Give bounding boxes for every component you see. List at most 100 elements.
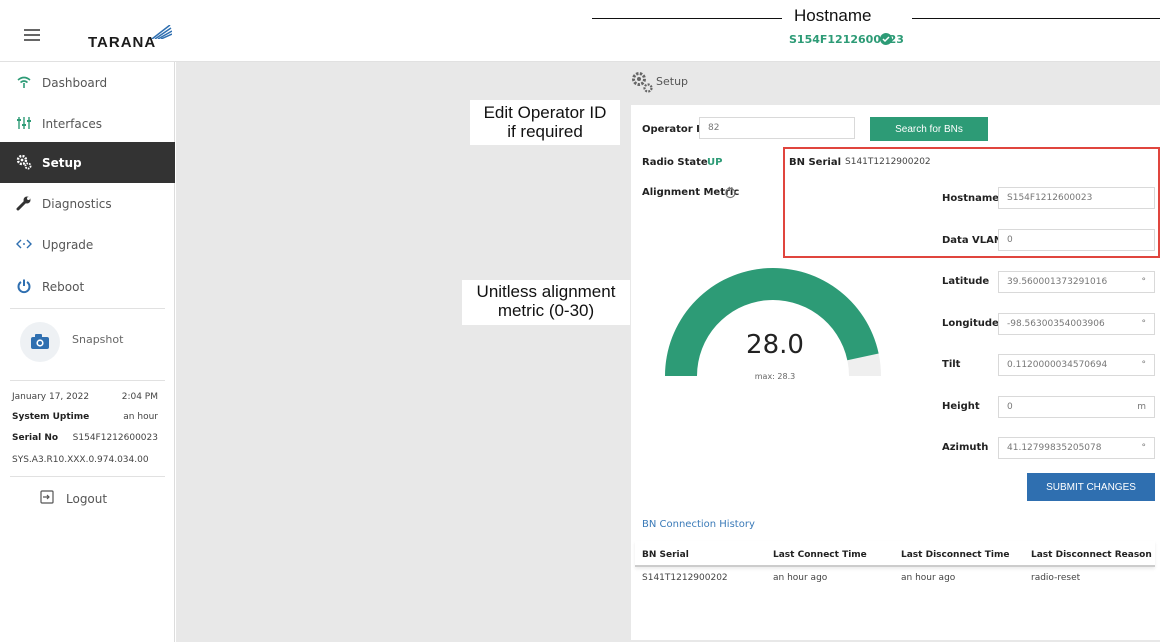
field-input-longitude[interactable]: -98.56300354003906 ° <box>998 313 1155 335</box>
col-last-connect: Last Connect Time <box>773 550 867 560</box>
current-date: January 17, 2022 <box>12 392 90 402</box>
field-label-latitude: Latitude <box>942 276 990 287</box>
logo-mark-icon <box>151 25 172 39</box>
tarana-logo: TARANA <box>88 34 157 51</box>
col-last-disconnect: Last Disconnect Time <box>901 550 1010 560</box>
gears-icon <box>16 154 32 170</box>
field-value: 41.12799835205078 <box>1007 443 1102 453</box>
serial-label: Serial No <box>12 433 59 443</box>
field-unit: m <box>1137 402 1146 412</box>
col-disconnect-reason: Last Disconnect Reason <box>1031 550 1152 560</box>
version-row: SYS.A3.R10.XXX.0.974.034.00 <box>12 455 158 465</box>
annotation-line: if required <box>507 122 583 141</box>
logout-icon[interactable] <box>40 490 54 504</box>
sidebar-item-reboot[interactable]: Reboot <box>0 266 175 307</box>
header-rule-left <box>592 18 782 19</box>
operator-annotation: Edit Operator ID if required <box>470 100 620 145</box>
col-bn-serial: BN Serial <box>642 550 689 560</box>
field-unit: ° <box>1141 443 1147 453</box>
table-cell: radio-reset <box>1031 573 1081 583</box>
table-cell: an hour ago <box>901 573 956 583</box>
data-vlan-value: 0 <box>1007 235 1013 245</box>
annotation-line: Edit Operator ID <box>483 103 607 122</box>
top-header: TARANA Hostname S154F1212600023 <box>0 0 1160 62</box>
sidebar-item-upgrade[interactable]: Upgrade <box>0 224 175 265</box>
sliders-icon <box>17 117 31 129</box>
page-title: Setup <box>656 75 689 88</box>
sidebar-divider <box>10 380 165 381</box>
operator-id-input[interactable]: 82 <box>699 117 855 139</box>
data-vlan-input[interactable]: 0 <box>998 229 1155 251</box>
sidebar-item-label: Setup <box>42 155 82 170</box>
wifi-icon <box>17 76 31 88</box>
radio-state-label: Radio State <box>642 157 708 168</box>
snapshot-button[interactable] <box>20 322 60 362</box>
sidebar-divider <box>10 476 165 477</box>
data-vlan-label: Data VLAN <box>942 235 1003 246</box>
hostname-title: Hostname <box>794 6 872 25</box>
submit-changes-button[interactable]: SUBMIT CHANGES <box>1027 473 1155 501</box>
uptime-label: System Uptime <box>12 412 90 422</box>
power-icon <box>17 279 31 294</box>
hamburger-menu-icon[interactable] <box>24 29 40 41</box>
header-rule-right <box>912 18 1160 19</box>
sidebar-divider <box>10 308 165 309</box>
table-cell: S141T1212900202 <box>642 573 728 583</box>
sidebar: Dashboard Interfaces Setup Diagnostics U… <box>0 62 175 642</box>
refresh-icon[interactable] <box>723 186 737 200</box>
metric-annotation: Unitless alignment metric (0-30) <box>462 280 630 325</box>
alignment-gauge <box>665 268 881 376</box>
field-value: 0 <box>1007 402 1013 412</box>
sidebar-item-dashboard[interactable]: Dashboard <box>0 62 175 103</box>
annotation-line: Unitless alignment <box>476 282 616 301</box>
field-value: -98.56300354003906 <box>1007 319 1105 329</box>
uptime-value: an hour <box>123 412 158 422</box>
gauge-max: max: 28.3 <box>754 372 796 381</box>
field-label-azimuth: Azimuth <box>942 442 989 453</box>
table-header: BN Serial Last Connect Time Last Disconn… <box>635 541 1155 567</box>
code-arrows-icon <box>16 239 32 249</box>
table-cell: an hour ago <box>773 573 828 583</box>
operator-id-value: 82 <box>708 123 720 133</box>
logout-link[interactable]: Logout <box>66 492 107 506</box>
field-unit: ° <box>1141 319 1147 329</box>
field-value: 39.560001373291016 <box>1007 277 1108 287</box>
serial-row: Serial No S154F1212600023 <box>12 433 158 443</box>
camera-icon <box>31 334 49 349</box>
wrench-icon <box>16 196 31 211</box>
software-version: SYS.A3.R10.XXX.0.974.034.00 <box>12 455 149 465</box>
hostname-label: Hostname <box>942 193 1000 204</box>
sidebar-item-label: Diagnostics <box>42 196 112 211</box>
bn-history-title: BN Connection History <box>642 519 755 530</box>
setup-gears-icon <box>632 72 653 93</box>
hostname-input[interactable]: S154F1212600023 <box>998 187 1155 209</box>
serial-value: S154F1212600023 <box>72 433 158 443</box>
field-input-latitude[interactable]: 39.560001373291016 ° <box>998 271 1155 293</box>
sidebar-item-label: Interfaces <box>42 116 102 131</box>
sidebar-item-label: Dashboard <box>42 75 108 90</box>
field-input-azimuth[interactable]: 41.12799835205078 ° <box>998 437 1155 459</box>
snapshot-label: Snapshot <box>72 333 124 346</box>
check-circle-icon <box>880 33 892 45</box>
current-time: 2:04 PM <box>121 392 158 402</box>
gauge-value: 28.0 <box>746 330 804 360</box>
annotation-line: metric (0-30) <box>497 301 595 320</box>
field-label-tilt: Tilt <box>942 359 961 370</box>
sidebar-item-interfaces[interactable]: Interfaces <box>0 103 175 144</box>
search-bns-button[interactable]: Search for BNs <box>870 117 988 141</box>
date-time-row: January 17, 2022 2:04 PM <box>12 392 158 402</box>
sidebar-item-setup[interactable]: Setup <box>0 142 175 183</box>
field-label-longitude: Longitude <box>942 318 999 329</box>
sidebar-item-label: Upgrade <box>42 237 94 252</box>
radio-state-value: UP <box>707 157 723 168</box>
field-value: 0.1120000034570694 <box>1007 360 1108 370</box>
hostname-input-value: S154F1212600023 <box>1007 193 1093 203</box>
field-input-tilt[interactable]: 0.1120000034570694 ° <box>998 354 1155 376</box>
field-unit: ° <box>1141 277 1147 287</box>
field-input-height[interactable]: 0m <box>998 396 1155 418</box>
uptime-row: System Uptime an hour <box>12 412 158 422</box>
field-unit: ° <box>1141 360 1147 370</box>
sidebar-item-diagnostics[interactable]: Diagnostics <box>0 183 175 224</box>
sidebar-item-label: Reboot <box>42 279 85 294</box>
field-label-height: Height <box>942 401 980 412</box>
